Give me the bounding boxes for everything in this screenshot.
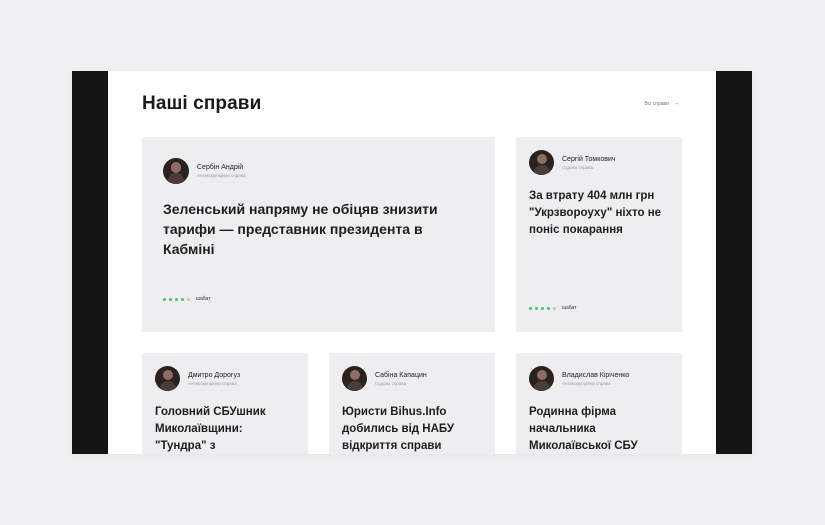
progress-dot — [553, 306, 556, 310]
progress-dot — [529, 306, 532, 310]
author-name: Сергій Томкович — [562, 155, 616, 163]
progress-dot — [175, 297, 178, 301]
page-frame: Наші справи Всі справи → Сербін Андрій А… — [72, 71, 752, 454]
progress-dot — [541, 306, 544, 310]
case-status: шабат — [562, 305, 577, 311]
case-title: Юристи Bihus.Info добились від НАБУ відк… — [342, 406, 455, 452]
avatar — [163, 158, 189, 184]
progress-dot — [547, 306, 550, 310]
author-name: Сербін Андрій — [197, 164, 244, 171]
case-title: Головний СБУшник Миколаївщини: "Тундра" … — [155, 406, 266, 452]
card-author: Владислав Кіріченко Антикорупційна справ… — [529, 366, 629, 391]
case-title: Родинна фірма начальника Миколаївської С… — [529, 406, 638, 452]
case-card[interactable]: Сабіна Капацин Судова справа Юристи Bihu… — [329, 353, 495, 454]
card-author: Сабіна Капацин Судова справа — [342, 366, 427, 391]
avatar — [529, 366, 554, 391]
case-title: Зеленський напряму не обіцяв знизити тар… — [163, 201, 438, 257]
progress-dot — [181, 297, 184, 301]
cases-section: Наші справи Всі справи → Сербін Андрій А… — [108, 71, 716, 454]
all-cases-link[interactable]: Всі справи → — [644, 100, 680, 107]
case-title: За втрату 404 млн грн "Укрзвороуху" ніхт… — [529, 190, 662, 236]
arrow-right-icon: → — [673, 100, 680, 107]
progress-dot — [187, 297, 190, 301]
all-cases-label: Всі справи — [644, 100, 669, 107]
author-name: Сабіна Капацин — [375, 371, 427, 379]
card-author: Дмитро Дорогуз Антикорупційна справа — [155, 366, 240, 391]
card-author: Сергій Томкович Судова справа — [529, 150, 616, 175]
progress-dot — [163, 297, 166, 301]
section-title: Наші справи — [142, 93, 262, 114]
case-card-featured[interactable]: Сербін Андрій Антикорупційна справа Зеле… — [142, 137, 495, 332]
avatar — [529, 150, 554, 175]
case-category: Антикорупційна справа — [188, 380, 237, 386]
avatar — [155, 366, 180, 391]
case-category: Судова справа — [562, 164, 594, 170]
progress-dot — [535, 306, 538, 310]
case-card[interactable]: Владислав Кіріченко Антикорупційна справ… — [516, 353, 682, 454]
case-category: Судова справа — [375, 380, 407, 386]
avatar — [342, 366, 367, 391]
case-card[interactable]: Сергій Томкович Судова справа За втрату … — [516, 137, 682, 332]
case-progress: шабат — [163, 296, 211, 302]
case-category: Антикорупційна справа — [197, 173, 246, 178]
progress-dots — [529, 306, 556, 310]
progress-dot — [169, 297, 172, 301]
case-progress: шабат — [529, 305, 577, 311]
card-author: Сербін Андрій Антикорупційна справа — [163, 158, 246, 184]
progress-dots — [163, 297, 190, 301]
author-name: Дмитро Дорогуз — [188, 371, 241, 379]
author-name: Владислав Кіріченко — [562, 371, 630, 379]
case-status: шабат — [196, 296, 211, 302]
case-card[interactable]: Дмитро Дорогуз Антикорупційна справа Гол… — [142, 353, 308, 454]
case-category: Антикорупційна справа — [562, 380, 611, 386]
